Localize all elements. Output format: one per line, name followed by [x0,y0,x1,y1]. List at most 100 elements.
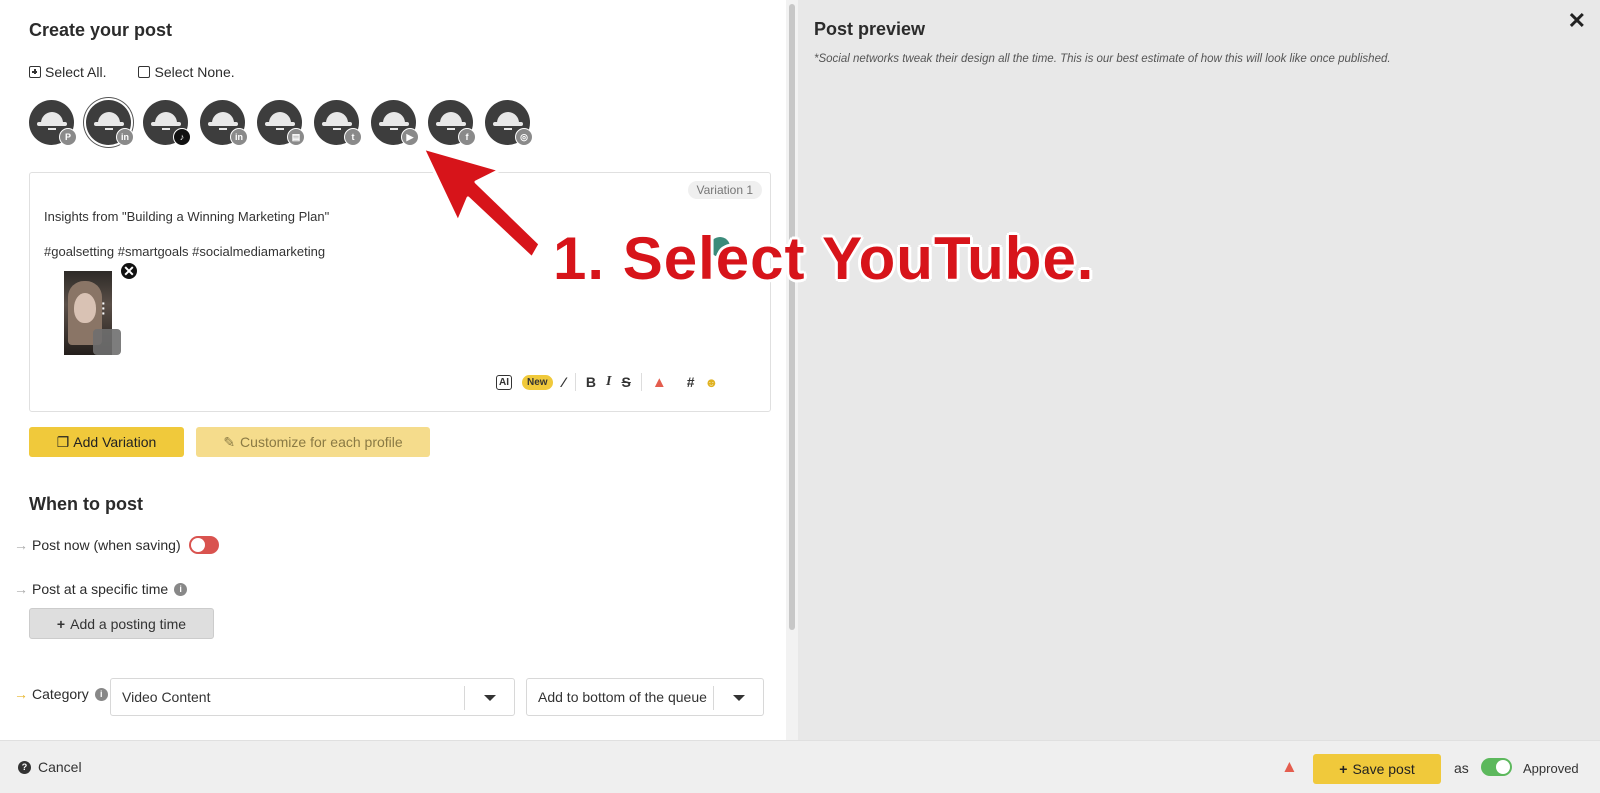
post-text-line-1: Insights from "Building a Winning Market… [44,209,330,224]
add-variation-button[interactable]: ❐ Add Variation [29,427,184,457]
emoji-icon[interactable]: ☻ [704,375,718,390]
question-icon: ? [18,760,31,774]
select-all-button[interactable]: Select All. [29,64,106,80]
profile-avatar-tiktok[interactable]: ♪ [143,100,191,146]
empty-square-icon [138,66,151,78]
as-label: as [1454,760,1469,776]
select-none-label: Select None. [154,64,235,80]
profile-logo-shape [48,128,56,130]
hashtag-button[interactable]: # [687,374,695,390]
profile-logo-shape [37,122,67,126]
profile-avatar-twitter[interactable]: t [314,100,362,146]
profile-logo-shape [265,122,295,126]
profile-logo-shape [436,122,466,126]
magic-wand-icon[interactable]: ⁄ [563,374,565,390]
category-row: → Category i [14,686,108,702]
linkedin-icon: in [116,128,134,146]
arrow-right-icon: → [14,537,28,553]
profile-logo-shape [379,122,409,126]
variation-tag: Variation 1 [687,181,762,199]
more-vertical-icon: · · · [101,295,106,321]
linkedin-icon: in [230,128,248,146]
profile-avatar-linkedin[interactable]: in [86,100,134,146]
new-badge: New [522,374,553,390]
plus-icon: + [56,615,66,632]
tiktok-icon: ♪ [173,128,191,146]
left-panel-scrollbar[interactable] [786,0,798,740]
post-text[interactable]: Insights from "Building a Winning Market… [44,208,329,261]
profile-avatar-linkedin[interactable]: in [200,100,248,146]
warning-icon[interactable]: ▲ [1281,757,1298,777]
instagram-icon: ◎ [515,128,533,146]
profile-logo-shape [322,122,352,126]
add-posting-time-button[interactable]: + Add a posting time [29,608,214,639]
post-now-row: → Post now (when saving) [14,536,219,554]
post-editor[interactable]: Variation 1 Insights from "Building a Wi… [29,172,771,412]
pinterest-icon: P [59,128,77,146]
panel-title: Create your post [29,20,173,40]
thumbnail-face-shape [74,293,96,323]
twitter-icon: t [344,128,362,146]
post-specific-label: Post at a specific time [32,581,169,597]
info-icon[interactable]: i [94,687,108,701]
profile-avatar-facebook[interactable]: f [428,100,476,146]
profile-logo-shape [504,128,512,130]
profile-logo-shape [105,128,113,130]
profile-logo-shape [493,122,523,126]
info-icon[interactable]: i [174,582,188,596]
google-business-icon: ▤ [287,128,305,146]
profile-avatar-instagram[interactable]: ◎ [485,100,533,146]
profile-selector: Pin ♪ in ▤ t ▶ f ◎ [29,100,533,146]
post-now-toggle[interactable] [188,536,219,554]
copy-icon: ❐ [56,433,70,450]
post-preview-panel: Post preview *Social networks tweak thei… [798,0,1600,740]
chevron-down-icon [713,686,763,710]
close-icon[interactable]: ✕ [1568,8,1586,34]
profile-logo-shape [447,128,455,130]
profile-avatar-pinterest[interactable]: P [29,100,77,146]
ai-assistant-icon[interactable]: AI [496,374,512,390]
customize-profile-button[interactable]: ✎ Customize for each profile [196,427,430,457]
post-now-label: Post now (when saving) [32,537,181,553]
queue-select[interactable]: Add to bottom of the queue [526,678,764,716]
category-label: Category [32,686,89,702]
facebook-icon: f [458,128,476,146]
italic-button[interactable]: I [606,374,611,390]
cancel-button[interactable]: ? Cancel [18,759,82,775]
media-edit-icon[interactable] [93,329,121,355]
queue-select-value: Add to bottom of the queue [538,689,707,705]
youtube-icon: ▶ [401,128,419,146]
category-select[interactable]: Video Content [110,678,515,716]
profile-avatar-google-business[interactable]: ▤ [257,100,305,146]
post-specific-row: → Post at a specific time i [14,581,188,597]
arrow-right-icon: → [14,581,28,597]
editor-toolbar: AI New ⁄ B I S ▲ # ☻ [496,373,718,391]
select-none-button[interactable]: Select None. [138,64,235,80]
profile-logo-shape [208,122,238,126]
approved-toggle[interactable] [1481,758,1512,776]
grammar-check-icon[interactable] [710,237,730,257]
save-post-button[interactable]: + Save post [1313,754,1441,784]
profile-logo-shape [151,122,181,126]
chevron-down-icon [464,686,514,710]
create-post-panel: Create your post Select All. Select None… [0,0,786,740]
approved-label: Approved [1523,761,1579,776]
category-select-value: Video Content [122,689,211,705]
profile-avatar-youtube[interactable]: ▶ [371,100,419,146]
post-text-line-2: #goalsetting #smartgoals #socialmediamar… [44,244,326,259]
profile-logo-shape [333,128,341,130]
toolbar-divider [640,373,642,391]
select-row: Select All. Select None. [29,64,235,80]
profile-logo-shape [390,128,398,130]
bold-button[interactable]: B [586,374,596,390]
strikethrough-button[interactable]: S [621,374,630,390]
preview-title: Post preview [814,19,926,39]
customize-label: Customize for each profile [240,434,403,450]
remove-media-icon[interactable]: ✕ [119,261,139,281]
profile-logo-shape [276,128,284,130]
save-post-label: Save post [1352,761,1415,777]
scrollbar-thumb[interactable] [789,4,795,630]
pencil-icon: ✎ [223,433,236,450]
warning-icon[interactable]: ▲ [652,374,667,391]
plus-icon: + [1339,761,1348,777]
